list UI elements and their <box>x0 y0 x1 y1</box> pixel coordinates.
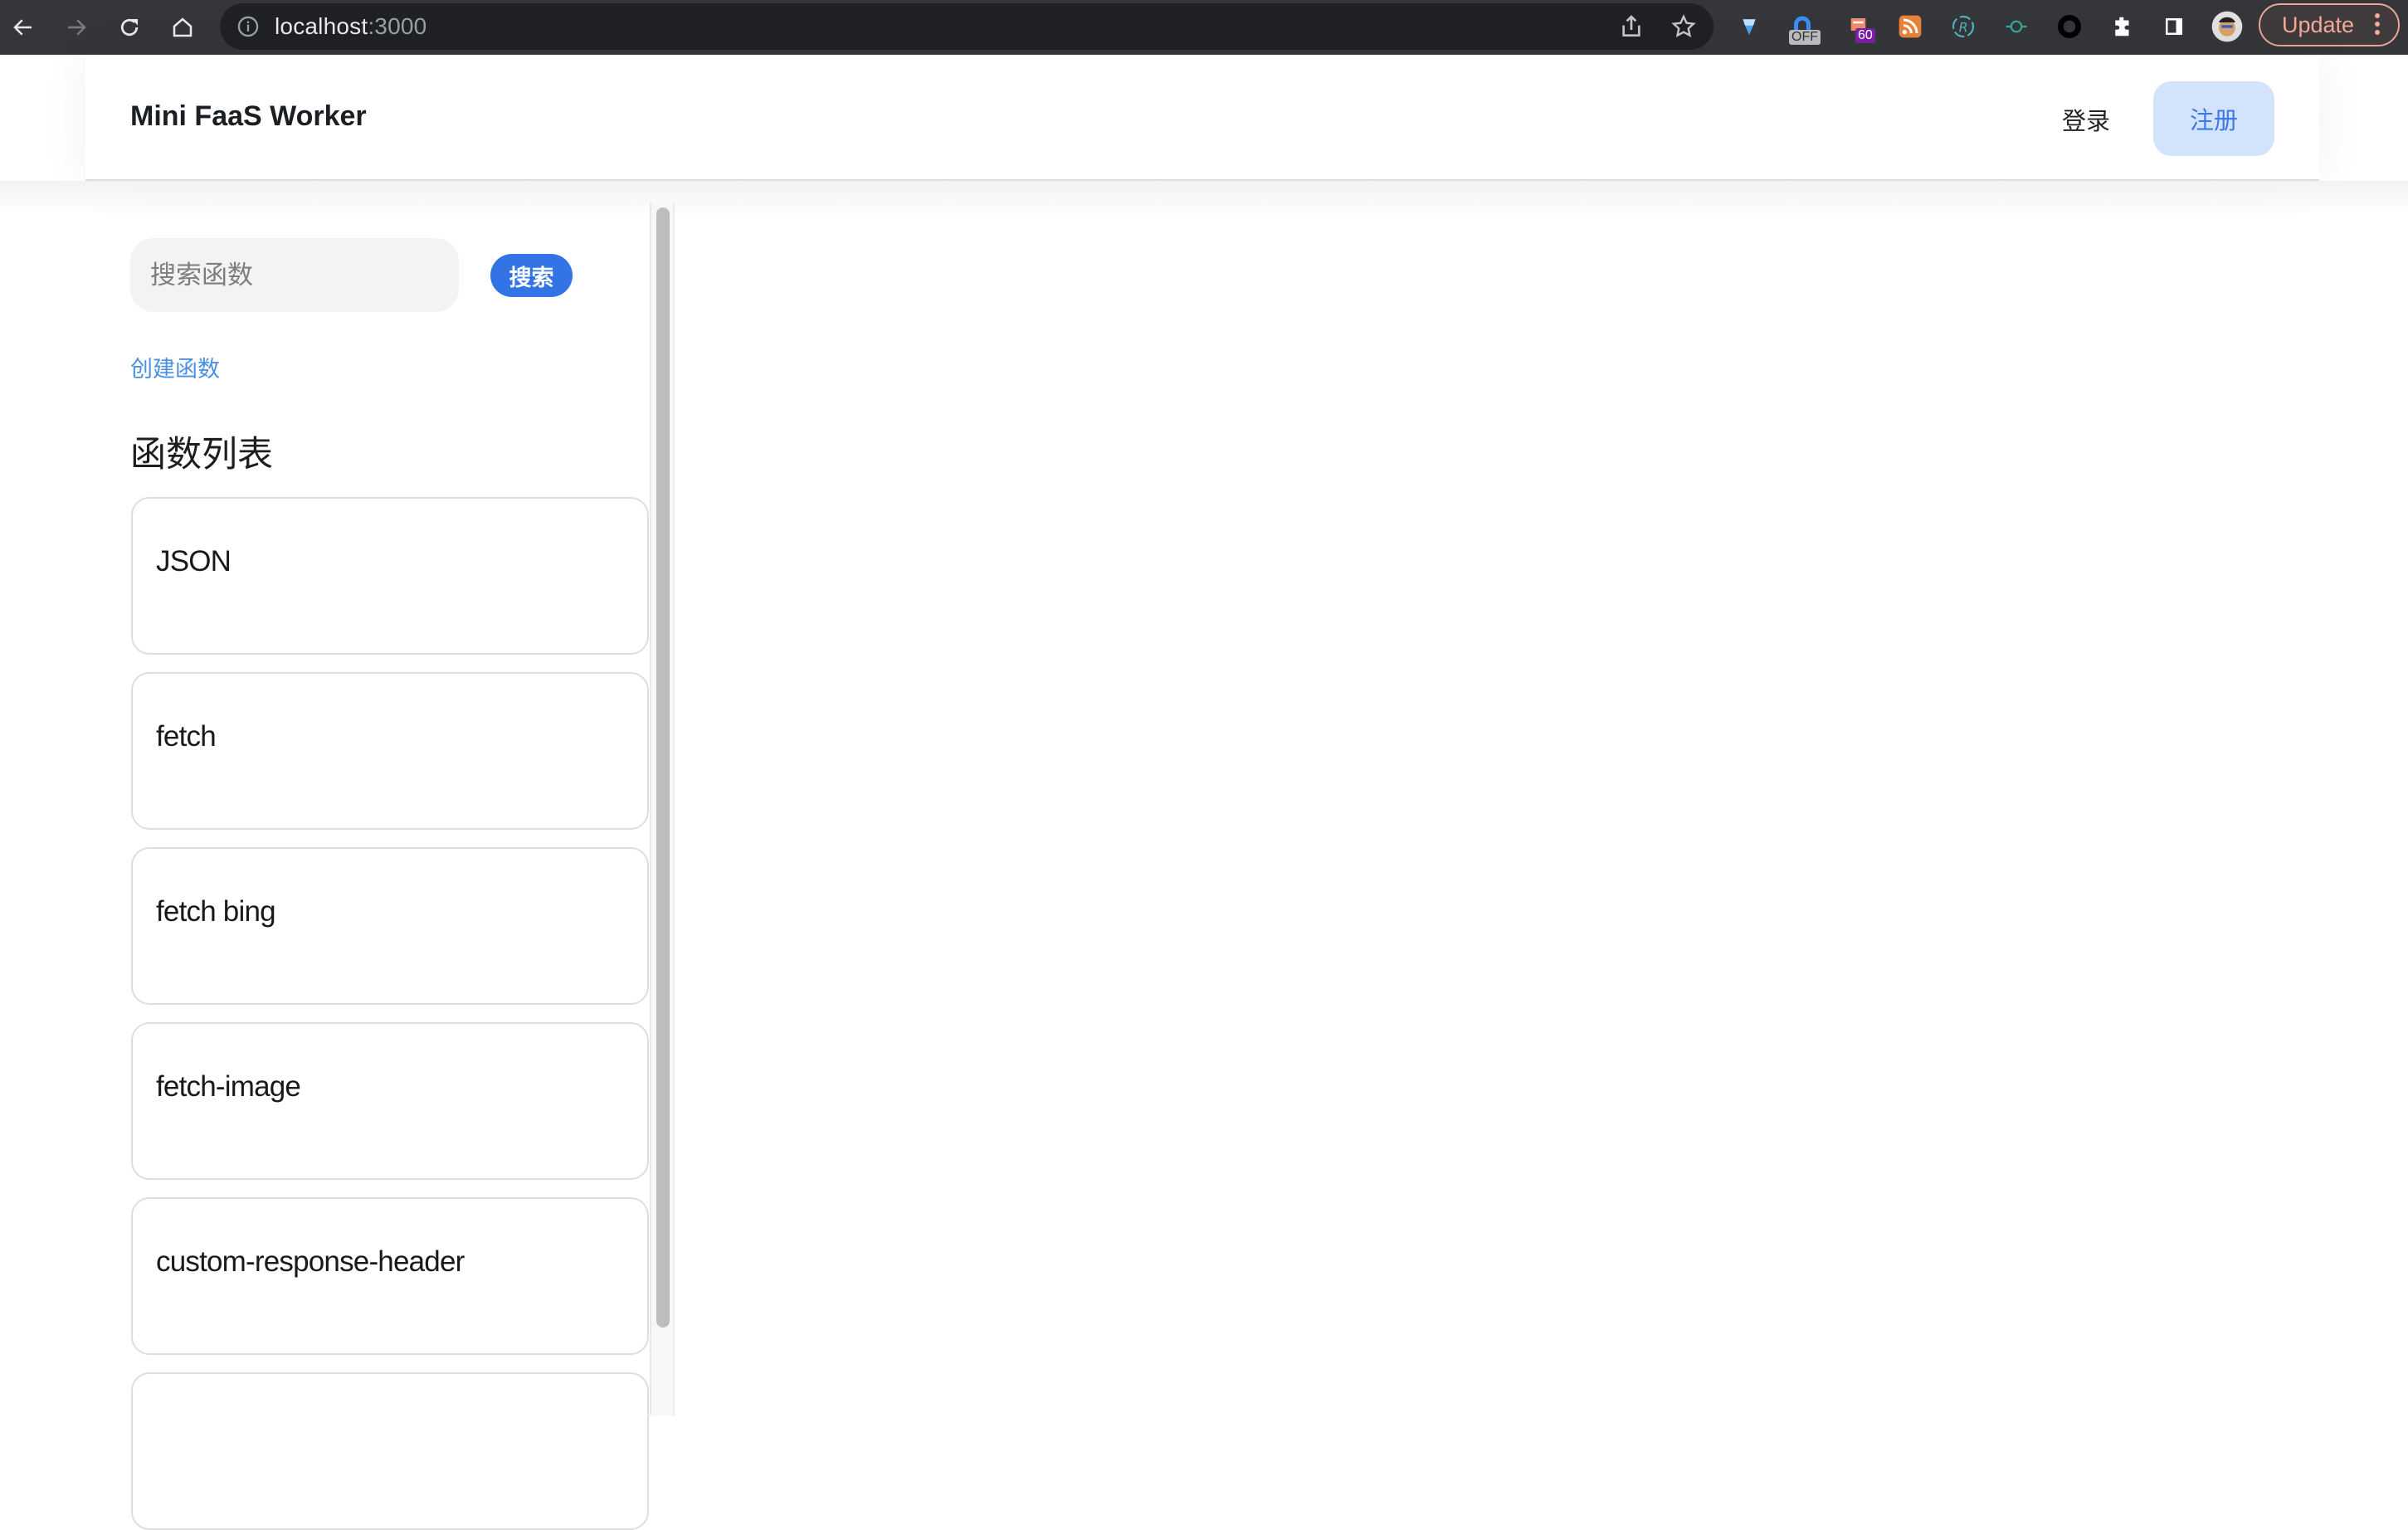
info-icon[interactable] <box>236 15 260 38</box>
back-button[interactable] <box>7 11 40 44</box>
r-refresh-extension-icon[interactable]: R <box>1947 10 1980 43</box>
tab-extension-icon[interactable]: 60 <box>1844 10 1877 43</box>
function-name: custom-response-header <box>156 1245 465 1278</box>
function-name: JSON <box>156 545 232 577</box>
forward-button[interactable] <box>60 11 93 44</box>
function-name: fetch bing <box>156 895 276 928</box>
url-text[interactable]: localhost:3000 <box>275 13 427 40</box>
search-input[interactable] <box>130 238 459 312</box>
arrow-right-icon <box>68 19 86 36</box>
function-name: fetch <box>156 720 217 753</box>
git-commit-extension-icon[interactable] <box>2000 10 2033 43</box>
reload-button[interactable] <box>113 11 146 44</box>
function-card[interactable]: JSON <box>131 497 649 655</box>
diamond-extension-icon[interactable] <box>1733 10 1766 43</box>
reload-icon <box>120 18 139 37</box>
profile-avatar[interactable] <box>2211 10 2244 43</box>
more-vertical-icon[interactable] <box>2375 13 2380 38</box>
share-icon[interactable] <box>1618 13 1645 40</box>
sidebar-scrollbar-thumb[interactable] <box>656 207 670 1328</box>
puzzle-extensions-icon[interactable] <box>2106 10 2139 43</box>
browser-toolbar: localhost:3000 OFF 60 R Update <box>0 0 2408 55</box>
app-title: Mini FaaS Worker <box>130 100 367 132</box>
search-button[interactable]: 搜索 <box>490 254 573 297</box>
function-list-heading: 函数列表 <box>130 435 273 475</box>
update-button[interactable]: Update <box>2259 3 2400 46</box>
rss-extension-icon[interactable] <box>1894 10 1927 43</box>
url-host: localhost <box>275 13 368 39</box>
url-port: :3000 <box>368 13 427 39</box>
bookmark-star-icon[interactable] <box>1670 13 1697 40</box>
create-function-link[interactable]: 创建函数 <box>130 351 220 383</box>
off-badge: OFF <box>1789 30 1821 45</box>
home-icon <box>173 17 193 37</box>
function-card[interactable]: fetch bing <box>131 847 649 1005</box>
function-name: fetch-image <box>156 1070 301 1103</box>
address-bar[interactable]: localhost:3000 <box>220 3 1713 50</box>
app-header: Mini FaaS Worker 登录 注册 <box>85 55 2319 181</box>
function-card[interactable]: fetch <box>131 672 649 830</box>
function-card[interactable]: fetch-image <box>131 1022 649 1180</box>
ring-extension-icon[interactable] <box>2053 10 2086 43</box>
off-extension-icon[interactable]: OFF <box>1786 10 1821 45</box>
sidebar: 搜索 创建函数 函数列表 JSON fetch fetch bing fetch… <box>85 181 676 1530</box>
function-card[interactable] <box>131 1372 649 1530</box>
login-link[interactable]: 登录 <box>2062 102 2110 137</box>
function-card[interactable]: custom-response-header <box>131 1197 649 1355</box>
home-button[interactable] <box>166 11 199 44</box>
register-button[interactable]: 注册 <box>2153 81 2274 156</box>
svg-text:R: R <box>1959 20 1968 36</box>
arrow-left-icon <box>13 19 32 36</box>
count-badge: 60 <box>1855 28 1875 43</box>
update-label: Update <box>2282 12 2355 37</box>
side-panel-icon[interactable] <box>2157 10 2191 43</box>
